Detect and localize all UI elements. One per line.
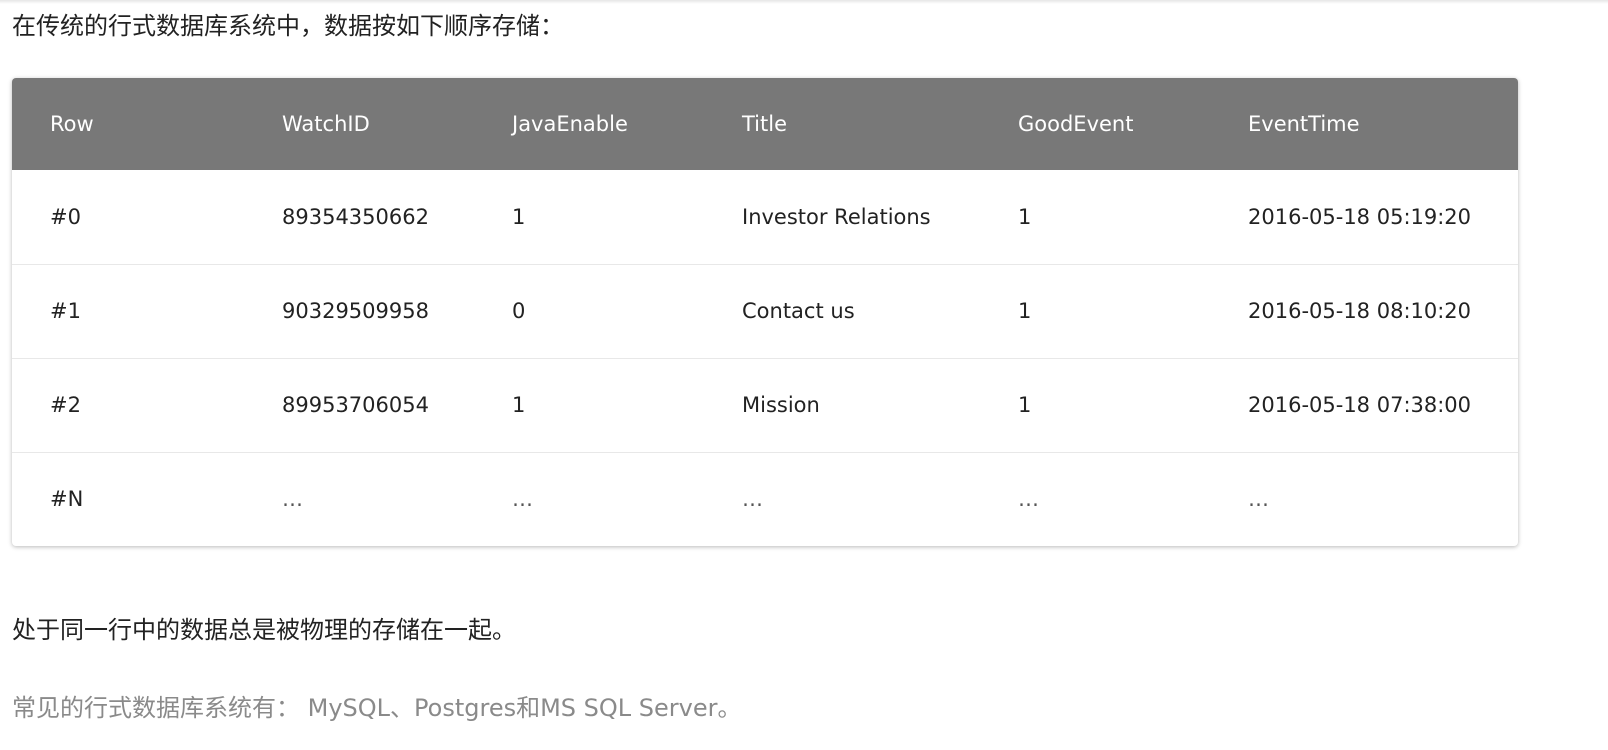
column-header-watchid: WatchID xyxy=(282,112,370,136)
table-row: #0 89354350662 1 Investor Relations 1 20… xyxy=(12,170,1518,264)
cell-row: #N xyxy=(50,487,84,512)
examples-note: 常见的行式数据库系统有： MySQL、Postgres和MS SQL Serve… xyxy=(12,694,742,722)
cell-watchid: 89953706054 xyxy=(282,393,429,417)
cell-row: #0 xyxy=(50,204,81,229)
intro-text: 在传统的行式数据库系统中，数据按如下顺序存储： xyxy=(12,12,564,40)
column-header-eventtime: EventTime xyxy=(1248,112,1360,136)
cell-title: Mission xyxy=(742,393,820,417)
cell-watchid: … xyxy=(282,487,303,512)
cell-watchid: 89354350662 xyxy=(282,204,429,229)
cell-title: Investor Relations xyxy=(742,204,931,229)
cell-goodevent: 1 xyxy=(1018,299,1032,323)
table-row: #2 89953706054 1 Mission 1 2016-05-18 07… xyxy=(12,358,1518,452)
row-storage-table-card: Row WatchID JavaEnable Title GoodEvent E… xyxy=(12,78,1518,546)
table-row: #1 90329509958 0 Contact us 1 2016-05-18… xyxy=(12,264,1518,358)
column-header-goodevent: GoodEvent xyxy=(1018,112,1134,136)
cell-eventtime: 2016-05-18 07:38:00 xyxy=(1248,393,1472,417)
cell-javaenable: 1 xyxy=(512,393,526,417)
column-header-javaenable: JavaEnable xyxy=(512,112,628,136)
table-header-row: Row WatchID JavaEnable Title GoodEvent E… xyxy=(12,78,1518,170)
cell-goodevent: 1 xyxy=(1018,393,1032,417)
cell-eventtime: 2016-05-18 05:19:20 xyxy=(1248,204,1472,229)
top-shadow xyxy=(0,0,1608,4)
cell-title: … xyxy=(742,487,763,512)
cell-watchid: 90329509958 xyxy=(282,299,429,323)
cell-row: #1 xyxy=(50,299,81,323)
cell-eventtime: … xyxy=(1248,487,1269,512)
row-storage-table: Row WatchID JavaEnable Title GoodEvent E… xyxy=(12,78,1518,546)
cell-goodevent: … xyxy=(1018,487,1039,512)
column-header-title: Title xyxy=(742,112,788,136)
column-header-row: Row xyxy=(50,112,94,136)
cell-title: Contact us xyxy=(742,299,855,323)
storage-paragraph: 处于同一行中的数据总是被物理的存储在一起。 xyxy=(12,616,516,644)
cell-eventtime: 2016-05-18 08:10:20 xyxy=(1248,299,1472,323)
cell-javaenable: 0 xyxy=(512,299,526,323)
cell-javaenable: … xyxy=(512,487,533,512)
table-row: #N … … … … … xyxy=(12,452,1518,546)
cell-row: #2 xyxy=(50,393,81,417)
cell-javaenable: 1 xyxy=(512,204,526,229)
cell-goodevent: 1 xyxy=(1018,204,1032,229)
